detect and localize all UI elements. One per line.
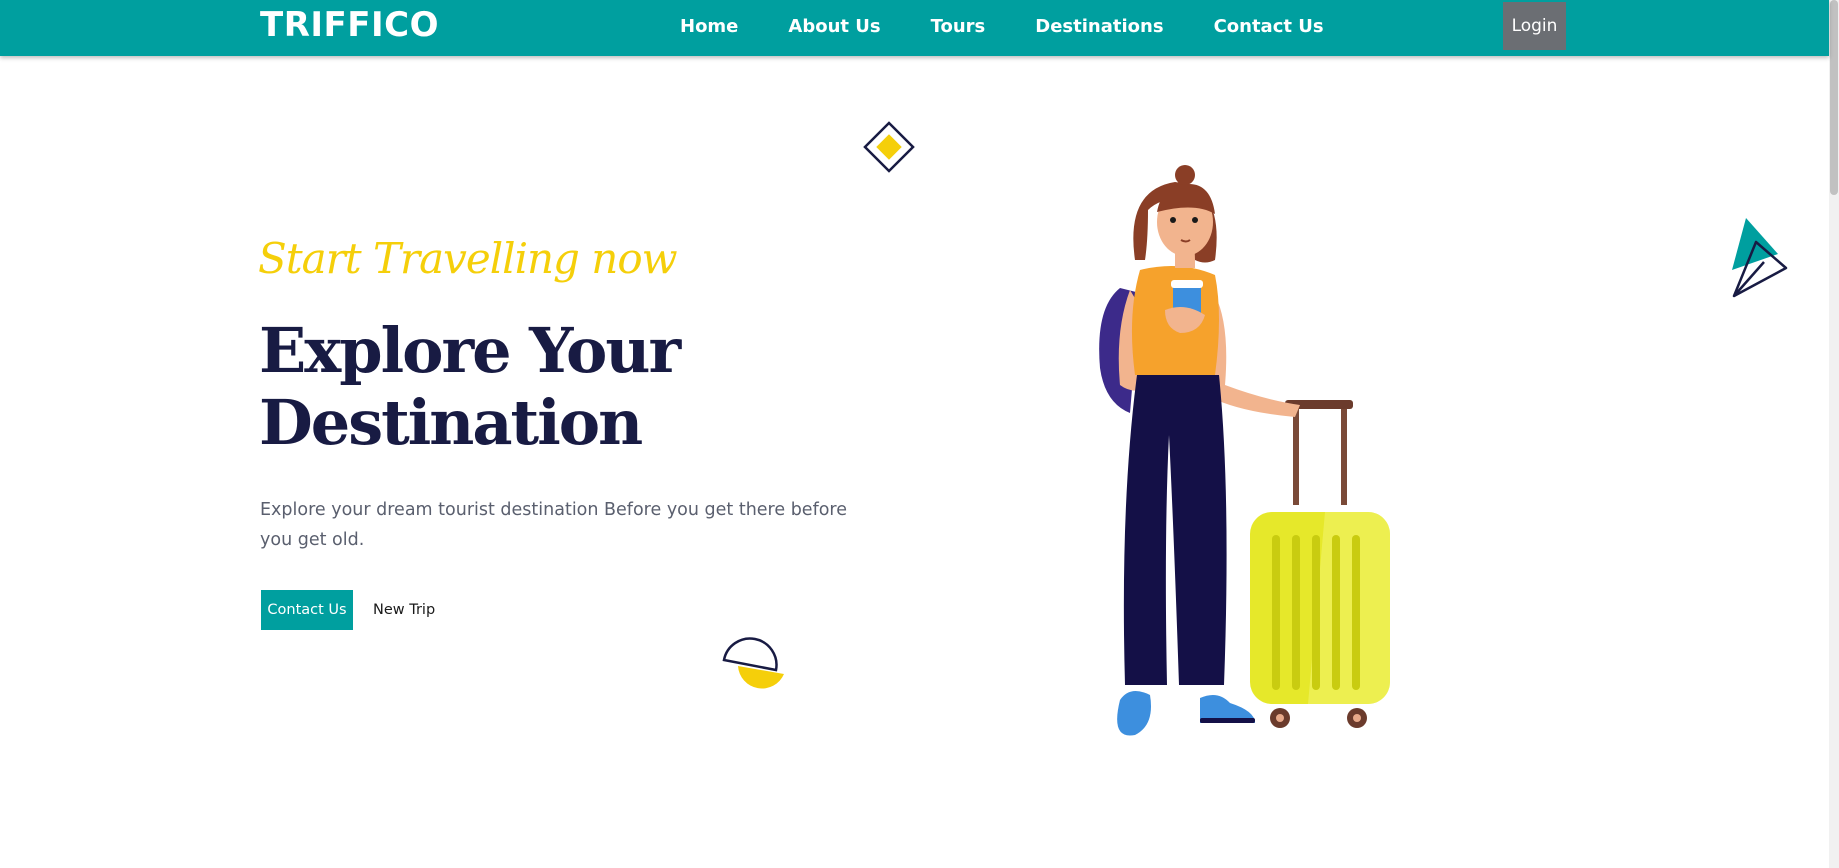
nav-item-destinations[interactable]: Destinations: [1035, 16, 1163, 37]
login-button[interactable]: Login: [1503, 2, 1566, 50]
hero-description: Explore your dream tourist destination B…: [260, 500, 848, 550]
top-navbar: TRIFFICO Home About Us Tours Destination…: [0, 0, 1829, 56]
contact-us-button[interactable]: Contact Us: [261, 590, 353, 630]
new-trip-button[interactable]: New Trip: [373, 590, 435, 630]
hero-title: Explore Your Destination: [259, 314, 681, 459]
scrollbar-thumb[interactable]: [1830, 0, 1838, 195]
hero-tagline: Start Travelling now: [258, 234, 678, 283]
nav-item-contact-us[interactable]: Contact Us: [1214, 16, 1324, 37]
brand-logo[interactable]: TRIFFICO: [260, 5, 439, 45]
hero-title-line-2: Destination: [259, 386, 643, 459]
paper-plane-shape-icon: [1732, 218, 1788, 298]
hero-title-line-1: Explore Your: [259, 314, 681, 387]
nav-item-tours[interactable]: Tours: [931, 16, 986, 37]
nav-links: Home About Us Tours Destinations Contact…: [680, 16, 1374, 37]
nav-item-home[interactable]: Home: [680, 16, 738, 37]
page-scrollbar[interactable]: [1829, 0, 1839, 868]
diamond-shape-icon: [863, 121, 915, 173]
half-circle-shape-icon: [722, 637, 784, 689]
traveler-illustration: [1099, 165, 1390, 736]
nav-item-about-us[interactable]: About Us: [788, 16, 880, 37]
